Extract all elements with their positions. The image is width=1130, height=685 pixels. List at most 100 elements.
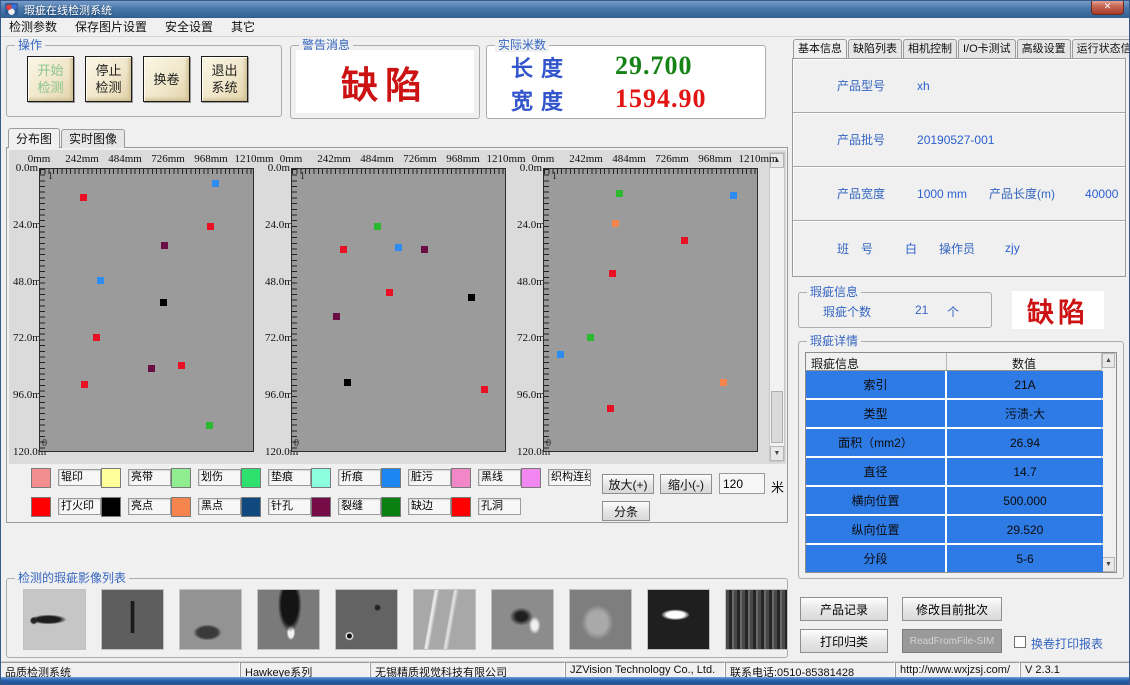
tab-right-1[interactable]: 缺陷列表 — [848, 39, 902, 58]
table-row[interactable]: 纵向位置29.520 — [806, 516, 1103, 543]
defect-point — [395, 244, 402, 251]
legend-label-input[interactable]: 亮带 — [128, 469, 171, 486]
menu-item[interactable]: 检测参数 — [0, 18, 66, 36]
origin-label: 0 — [546, 438, 551, 449]
legend-color-swatch — [171, 468, 191, 488]
menu-item[interactable]: 保存图片设置 — [66, 18, 156, 36]
defect-thumbnail[interactable] — [725, 589, 788, 650]
legend-label-input[interactable]: 针孔 — [268, 498, 311, 515]
defect-point — [93, 334, 100, 341]
tab-right-0[interactable]: 基本信息 — [793, 39, 847, 58]
legend-label-input[interactable]: 辊印 — [58, 469, 101, 486]
legend-label-input[interactable]: 脏污 — [408, 469, 451, 486]
panel-number-label: 1 — [48, 171, 53, 182]
defect-point — [206, 422, 213, 429]
tab-left-0[interactable]: 分布图 — [8, 128, 60, 148]
y-tick-label: 120.0m — [13, 446, 38, 458]
operation-button[interactable]: 停止 检测 — [85, 56, 132, 102]
tab-right-5[interactable]: 运行状态信息 — [1072, 39, 1130, 58]
split-button[interactable]: 分条 — [602, 501, 650, 521]
defect-thumbnail[interactable] — [257, 589, 320, 650]
table-cell-value: 21A — [947, 371, 1103, 398]
table-row[interactable]: 直径14.7 — [806, 458, 1103, 485]
table-scroll-up-icon[interactable]: ▲ — [1102, 353, 1115, 368]
legend-label-input[interactable]: 亮点 — [128, 498, 171, 515]
legend-label-input[interactable]: 黑线 — [478, 469, 521, 486]
table-cell-key: 面积（mm2） — [806, 429, 947, 456]
product-info-value: 1000 mm — [917, 187, 967, 201]
defect-thumbnail[interactable] — [179, 589, 242, 650]
defect-thumbnail[interactable] — [491, 589, 554, 650]
table-scrollbar[interactable]: ▲ ▼ — [1101, 353, 1116, 572]
meters-input[interactable] — [719, 473, 765, 494]
y-tick-label: 72.0m — [265, 332, 290, 344]
legend-color-swatch — [311, 468, 331, 488]
legend-label-input[interactable]: 织构连线 — [548, 469, 591, 486]
defect-point — [160, 299, 167, 306]
defect-point — [587, 334, 594, 341]
operation-button[interactable]: 开始 检测 — [27, 56, 74, 102]
defect-thumbnail[interactable] — [101, 589, 164, 650]
plot-area[interactable]: 10 — [39, 168, 254, 452]
table-row[interactable]: 索引21A — [806, 371, 1103, 398]
status-bar: 品质检测系统Hawkeye系列无锡精质视觉科技有限公司JZVision Tech… — [0, 661, 1130, 677]
x-tick-label: 242mm — [317, 153, 351, 165]
table-row[interactable]: 类型污渍-大 — [806, 400, 1103, 427]
y-tick-label: 0.0m — [517, 162, 542, 174]
distribution-tab-page: ▲ ▼ 0mm242mm484mm726mm968mm1210mm0.0m24.… — [6, 147, 788, 523]
legend-label-input[interactable]: 缺边 — [408, 498, 451, 515]
defect-thumbnail[interactable] — [569, 589, 632, 650]
thumbnails-group-legend: 检测的瑕疵影像列表 — [15, 571, 129, 585]
legend-label-input[interactable]: 裂缝 — [338, 498, 381, 515]
legend-label-input[interactable]: 孔洞 — [478, 498, 521, 515]
tab-right-3[interactable]: I/O卡测试 — [958, 39, 1016, 58]
product-info-label: 操作员 — [939, 240, 975, 257]
plot-area[interactable]: 10 — [291, 168, 506, 452]
defect-thumbnail[interactable] — [335, 589, 398, 650]
y-tick-label: 120.0m — [517, 446, 542, 458]
operation-button[interactable]: 退出 系统 — [201, 56, 248, 102]
y-tick-label: 0.0m — [13, 162, 38, 174]
table-row[interactable]: 面积（mm2）26.94 — [806, 429, 1103, 456]
zoom-out-button[interactable]: 缩小(-) — [660, 474, 712, 494]
legend-label-input[interactable]: 划伤 — [198, 469, 241, 486]
tab-right-2[interactable]: 相机控制 — [903, 39, 957, 58]
table-cell-value: 5-6 — [947, 545, 1103, 572]
scroll-thumb[interactable] — [771, 391, 783, 443]
defect-point — [207, 223, 214, 230]
table-row[interactable]: 分段5-6 — [806, 545, 1103, 572]
defect-count-value: 21 — [915, 303, 928, 317]
modify-batch-button[interactable]: 修改目前批次 — [902, 597, 1002, 621]
legend-label-input[interactable]: 折痕 — [338, 469, 381, 486]
operation-button[interactable]: 换卷 — [143, 56, 190, 102]
legend-color-swatch — [521, 468, 541, 488]
reprint-checkbox[interactable] — [1014, 636, 1026, 648]
legend-label-input[interactable]: 打火印 — [58, 498, 101, 515]
product-info-label: 产品长度(m) — [989, 185, 1055, 202]
menu-item[interactable]: 安全设置 — [156, 18, 222, 36]
print-classify-button[interactable]: 打印归类 — [800, 629, 888, 653]
defect-thumbnail[interactable] — [413, 589, 476, 650]
table-scroll-down-icon[interactable]: ▼ — [1102, 557, 1115, 572]
zoom-in-button[interactable]: 放大(+) — [602, 474, 654, 494]
defect-thumbnail[interactable] — [647, 589, 710, 650]
table-cell-key: 横向位置 — [806, 487, 947, 514]
plots-vertical-scrollbar[interactable]: ▲ ▼ — [769, 152, 785, 462]
product-info-value: 白 — [905, 240, 917, 257]
defect-thumbnail[interactable] — [23, 589, 86, 650]
legend-label-input[interactable]: 黑点 — [198, 498, 241, 515]
plot-area[interactable]: 10 — [543, 168, 758, 452]
scroll-down-icon[interactable]: ▼ — [770, 446, 784, 461]
legend-label-input[interactable]: 垫痕 — [268, 469, 311, 486]
close-icon[interactable]: ✕ — [1091, 0, 1124, 15]
defect-point — [616, 190, 623, 197]
origin-label: 0 — [294, 438, 299, 449]
product-record-button[interactable]: 产品记录 — [800, 597, 888, 621]
defect-details-group-legend: 瑕疵详情 — [807, 334, 861, 348]
legend-color-swatch — [381, 497, 401, 517]
tab-right-4[interactable]: 高级设置 — [1017, 39, 1071, 58]
menu-item[interactable]: 其它 — [222, 18, 264, 36]
legend-color-swatch — [101, 468, 121, 488]
tab-left-1[interactable]: 实时图像 — [61, 129, 125, 148]
table-row[interactable]: 横向位置500.000 — [806, 487, 1103, 514]
